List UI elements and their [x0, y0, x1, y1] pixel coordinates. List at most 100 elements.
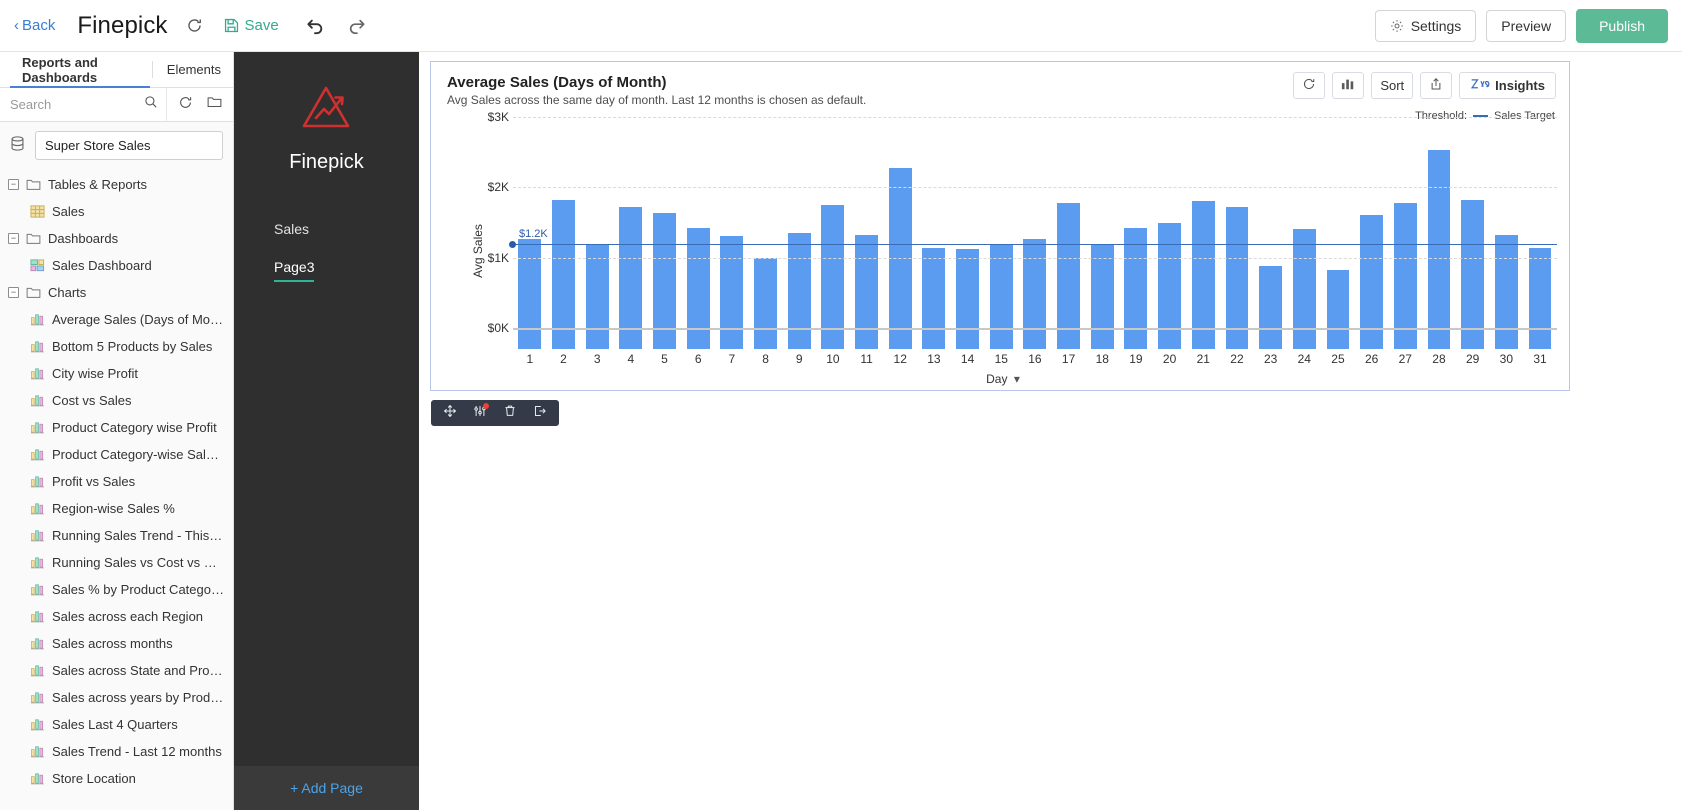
publish-button[interactable]: Publish	[1576, 8, 1668, 43]
collapse-toggle-icon[interactable]: −	[8, 179, 19, 190]
tree-item-dashboards[interactable]: − Dashboards	[0, 225, 233, 252]
bar[interactable]	[1090, 244, 1114, 349]
collapse-toggle-icon[interactable]: −	[8, 287, 19, 298]
refresh-chart-button[interactable]	[1293, 72, 1326, 99]
zia-insights-button[interactable]: Insights	[1459, 72, 1556, 99]
chart-plot-area[interactable]: Avg Sales $0K $1K $2K $3K $1.2K 1 2 3 4 5 6 7 8 9 10…	[447, 110, 1559, 386]
chart-widget[interactable]: Average Sales (Days of Month) Avg Sales …	[430, 61, 1570, 426]
tree-item-city-wise-profit[interactable]: City wise Profit	[0, 360, 233, 387]
page-item-page3[interactable]: Page3	[234, 248, 419, 286]
delete-element-button[interactable]	[495, 400, 525, 426]
bar[interactable]	[1494, 235, 1518, 349]
bar-slot	[1456, 117, 1490, 349]
dashboard-canvas[interactable]: Average Sales (Days of Month) Avg Sales …	[419, 52, 1682, 810]
refresh-icon[interactable]	[178, 95, 193, 115]
bar[interactable]	[1461, 199, 1485, 349]
bar[interactable]	[855, 235, 878, 349]
x-axis-title[interactable]: Day ▾	[447, 372, 1559, 386]
tree-item-sales-last-4-quarters[interactable]: Sales Last 4 Quarters	[0, 711, 233, 738]
bar[interactable]	[787, 232, 811, 349]
back-button[interactable]: ‹ Back	[14, 17, 55, 34]
tree-item-average-sales-days-of-mon[interactable]: Average Sales (Days of Mon…	[0, 306, 233, 333]
bar-slot	[1321, 117, 1355, 349]
tree-item-sales-trend-last-12-months[interactable]: Sales Trend - Last 12 months	[0, 738, 233, 765]
redo-icon[interactable]	[347, 17, 367, 35]
tree-item-sales[interactable]: Sales	[0, 198, 233, 225]
tree-item-tables-reports[interactable]: − Tables & Reports	[0, 171, 233, 198]
bar-slot	[1287, 117, 1321, 349]
tree-item-product-category-wise-profit[interactable]: Product Category wise Profit	[0, 414, 233, 441]
tree-item-product-category-wise-sal[interactable]: Product Category-wise Sal…	[0, 441, 233, 468]
chart-type-button[interactable]	[1332, 72, 1365, 99]
search-box[interactable]	[0, 88, 167, 121]
save-label: Save	[244, 17, 279, 34]
tree-item-running-sales-vs-cost-vs-pr[interactable]: Running Sales vs Cost vs Pr…	[0, 549, 233, 576]
tree-item-store-location[interactable]: Store Location	[0, 765, 233, 792]
tree-item-sales-across-each-region[interactable]: Sales across each Region	[0, 603, 233, 630]
bar-chart-icon	[1341, 77, 1355, 94]
tree-item-sales-by-product-categor[interactable]: Sales % by Product Categor…	[0, 576, 233, 603]
export-element-button[interactable]	[525, 400, 555, 426]
undo-icon[interactable]	[305, 17, 325, 35]
collapse-toggle-icon[interactable]: −	[8, 233, 19, 244]
tree-item-running-sales-trend-this[interactable]: Running Sales Trend - This …	[0, 522, 233, 549]
tree-item-charts[interactable]: − Charts	[0, 279, 233, 306]
back-chevron-icon: ‹	[14, 17, 19, 34]
bar[interactable]	[1326, 270, 1350, 349]
chart-settings-button[interactable]	[465, 400, 495, 426]
tree-item-profit-vs-sales[interactable]: Profit vs Sales	[0, 468, 233, 495]
bar[interactable]	[1292, 229, 1316, 349]
x-axis-title-label: Day	[986, 372, 1008, 386]
x-axis-tick-label: 25	[1331, 352, 1345, 366]
search-icon[interactable]	[144, 95, 158, 114]
bar[interactable]	[720, 235, 744, 349]
preview-button[interactable]: Preview	[1486, 9, 1567, 42]
bar[interactable]	[956, 249, 980, 349]
bar[interactable]	[1023, 238, 1047, 349]
bar[interactable]	[922, 248, 946, 349]
bar-chart-icon	[30, 420, 45, 435]
tree-item-bottom-5-products-by-sales[interactable]: Bottom 5 Products by Sales	[0, 333, 233, 360]
tab-divider	[152, 61, 153, 78]
tree-item-sales-across-years-by-produ[interactable]: Sales across years by Produ…	[0, 684, 233, 711]
bar[interactable]	[1427, 149, 1451, 349]
gridline	[513, 328, 1557, 330]
bar[interactable]	[686, 228, 710, 349]
bar[interactable]	[754, 258, 777, 349]
tree-item-label: Sales Trend - Last 12 months	[52, 744, 222, 759]
tree-item-region-wise-sales[interactable]: Region-wise Sales %	[0, 495, 233, 522]
tab-reports-and-dashboards[interactable]: Reports and Dashboards	[10, 52, 151, 88]
bar[interactable]	[1158, 223, 1182, 349]
chevron-down-icon[interactable]: ▾	[1014, 372, 1020, 386]
tree-item-sales-across-state-and-prod[interactable]: Sales across State and Prod…	[0, 657, 233, 684]
tree-item-sales-across-months[interactable]: Sales across months	[0, 630, 233, 657]
bar[interactable]	[1528, 247, 1552, 349]
save-button[interactable]: Save	[223, 17, 279, 34]
add-page-button[interactable]: + Add Page	[234, 766, 419, 810]
move-icon	[443, 404, 457, 423]
tree-item-label: Running Sales Trend - This …	[52, 528, 225, 543]
bar[interactable]	[989, 243, 1013, 349]
tree-item-cost-vs-sales[interactable]: Cost vs Sales	[0, 387, 233, 414]
tree-item-label: Sales	[52, 204, 85, 219]
move-element-button[interactable]	[435, 400, 465, 426]
database-icon	[9, 135, 26, 157]
workspace-row: Super Store Sales	[0, 122, 233, 169]
bar[interactable]	[1259, 266, 1283, 349]
bar[interactable]	[518, 239, 542, 349]
page-item-sales[interactable]: Sales	[234, 210, 419, 248]
tree-item-sales-dashboard[interactable]: Sales Dashboard	[0, 252, 233, 279]
settings-button[interactable]: Settings	[1374, 9, 1477, 42]
bar[interactable]	[1124, 228, 1148, 349]
search-input[interactable]	[8, 96, 144, 113]
workspace-name[interactable]: Super Store Sales	[35, 131, 223, 160]
bar[interactable]	[585, 243, 609, 349]
bar[interactable]	[1191, 201, 1215, 349]
export-button[interactable]	[1420, 72, 1453, 99]
sort-button[interactable]: Sort	[1371, 72, 1414, 99]
new-folder-icon[interactable]	[207, 95, 222, 114]
bar[interactable]	[552, 199, 575, 349]
tab-elements[interactable]: Elements	[155, 52, 233, 87]
refresh-icon[interactable]	[186, 17, 203, 34]
bar-slot	[1119, 117, 1153, 349]
